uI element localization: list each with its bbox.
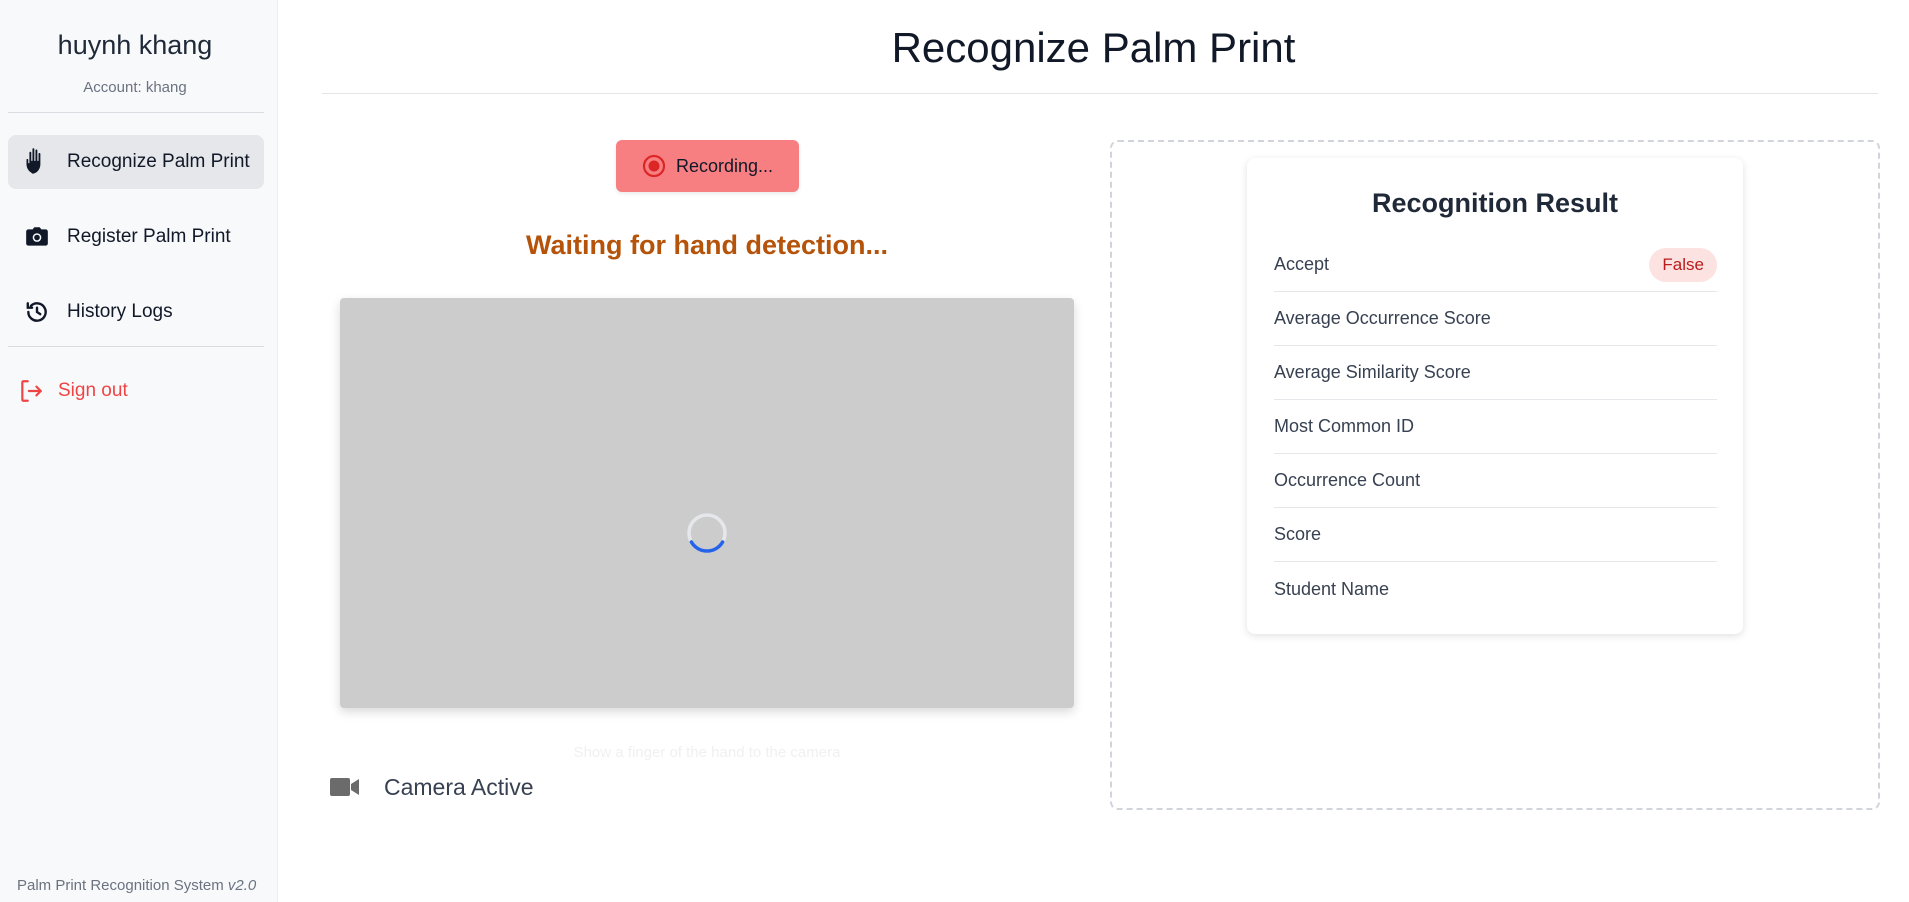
result-row-average-occurrence-score: Average Occurrence Score [1274,292,1717,346]
recording-label: Recording... [675,155,774,176]
camera-overlay-hint: Show a finger of the hand to the camera [573,744,841,761]
recognition-result-card: Recognition Result Accept False Average … [1247,158,1743,634]
page-title: Recognize Palm Print [891,24,1296,71]
footer-version: v2.0 [227,877,257,894]
result-row-most-common-id: Most Common ID [1274,400,1717,454]
app-footer: Palm Print Recognition System v2.0 [17,877,256,894]
recording-button[interactable]: Recording... [616,140,799,192]
result-row-score: Score [1274,508,1717,562]
sidebar-item-history-logs[interactable]: History Logs [8,285,264,339]
result-row-average-similarity-score: Average Similarity Score [1274,346,1717,400]
footer-text: Palm Print Recognition System [17,877,224,894]
result-label: Accept [1274,254,1330,274]
camera-status-label: Camera Active [384,773,534,800]
camera-status: Camera Active [330,772,534,802]
accept-status-badge: False [1649,247,1717,282]
user-account: Account: khang [83,79,187,96]
sidebar-divider [8,112,264,113]
result-label: Average Similarity Score [1274,362,1471,382]
result-label: Student Name [1274,578,1390,599]
header-divider [322,93,1878,94]
result-label: Score [1274,524,1322,544]
camera-icon [22,222,52,252]
camera-feed [340,298,1074,708]
loading-spinner-icon [687,513,727,553]
result-row-student-name: Student Name [1274,562,1717,616]
hand-icon [22,147,52,177]
result-row-occurrence-count: Occurrence Count [1274,454,1717,508]
result-label: Average Occurrence Score [1274,308,1491,328]
sign-out-icon [16,376,46,406]
record-icon [642,154,666,178]
sidebar-item-recognize-palm-print[interactable]: Recognize Palm Print [8,135,264,189]
sidebar-item-label: Register Palm Print [67,226,231,247]
sidebar-item-register-palm-print[interactable]: Register Palm Print [8,210,264,264]
result-label: Occurrence Count [1274,470,1421,490]
detection-status: Waiting for hand detection... [526,230,888,260]
sidebar-item-label: Recognize Palm Print [67,151,250,172]
result-row-accept: Accept False [1274,238,1717,292]
sidebar-divider [8,346,264,347]
sidebar-item-label: History Logs [67,301,173,322]
history-icon [22,297,52,327]
user-name: huynh khang [57,30,213,60]
result-title: Recognition Result [1371,188,1618,218]
sidebar: huynh khang Account: khang Recognize Pal… [0,0,278,902]
sign-out-label: Sign out [58,380,128,401]
sign-out-button[interactable]: Sign out [8,371,128,411]
result-label: Most Common ID [1274,416,1415,436]
video-camera-icon [330,772,360,802]
